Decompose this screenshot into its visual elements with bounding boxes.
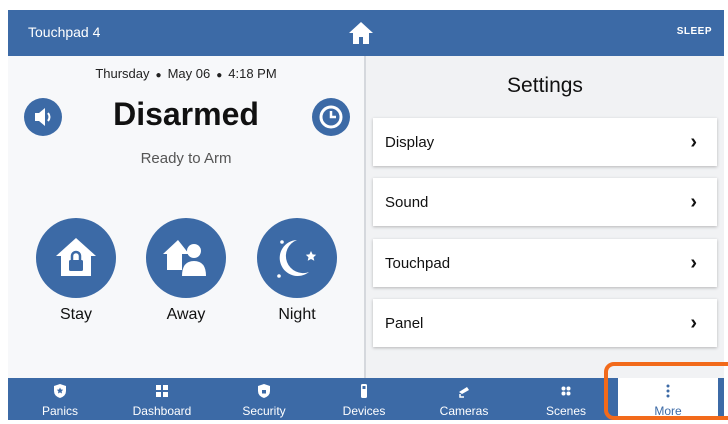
top-bar: Touchpad 4 SLEEP [8, 10, 724, 56]
arm-away-button[interactable]: Away [146, 218, 226, 324]
clock-icon [319, 105, 343, 129]
setting-display-label: Display [385, 133, 435, 151]
grid-icon [156, 385, 168, 397]
arm-night-label: Night [278, 306, 316, 323]
nav-dashboard-label: Dashboard [132, 404, 192, 418]
chevron-right-icon: › [690, 251, 697, 274]
touchpad-screen: Touchpad 4 SLEEP Thursday ● May 06 ● 4:18 PM… [8, 10, 724, 420]
nav-security-label: Security [242, 404, 286, 418]
arm-away-circle [146, 218, 226, 298]
date-time: Thursday ● May 06 ● 4:18 PM [8, 66, 364, 81]
setting-touchpad-label: Touchpad [385, 254, 451, 272]
setting-sound-label: Sound [385, 193, 429, 211]
more-highlight-box [604, 362, 728, 420]
chevron-right-icon: › [690, 311, 697, 334]
shield-star-icon [54, 384, 66, 398]
setting-touchpad[interactable]: Touchpad › [373, 239, 717, 287]
nav-scenes[interactable]: Scenes [516, 378, 616, 420]
nav-devices[interactable]: Devices [314, 378, 414, 420]
camera-icon [459, 387, 469, 398]
device-icon [361, 384, 367, 398]
nav-cameras-label: Cameras [439, 404, 489, 418]
time: 4:18 PM [228, 66, 277, 81]
sleep-button[interactable]: SLEEP [659, 24, 712, 38]
nav-scenes-label: Scenes [545, 404, 587, 418]
separator-dot: ● [155, 70, 162, 81]
home-button[interactable] [346, 19, 376, 47]
arm-stay-label: Stay [59, 306, 92, 323]
system-substate: Ready to Arm [140, 150, 232, 167]
system-state: Disarmed [113, 96, 259, 132]
setting-panel-label: Panel [385, 314, 424, 332]
chevron-right-icon: › [690, 130, 697, 153]
sleep-label: SLEEP [676, 25, 712, 37]
chevron-right-icon: › [690, 190, 697, 213]
clock-button[interactable] [312, 98, 350, 136]
scenes-icon [561, 386, 571, 396]
setting-sound[interactable]: Sound › [373, 178, 717, 226]
house-lock-icon [56, 238, 96, 276]
shield-lock-icon [258, 384, 270, 398]
arm-night-button[interactable]: Night [257, 218, 337, 324]
arm-stay-circle [36, 218, 116, 298]
weekday: Thursday [95, 66, 150, 81]
nav-security[interactable]: Security [214, 378, 314, 420]
moon-stars-icon [277, 240, 317, 278]
separator-dot: ● [216, 70, 223, 81]
setting-panel[interactable]: Panel › [373, 299, 717, 347]
setting-display[interactable]: Display › [373, 118, 717, 166]
home-icon [349, 22, 373, 44]
arm-night-circle [257, 218, 337, 298]
moon-icon [662, 25, 669, 37]
nav-devices-label: Devices [342, 404, 386, 418]
nav-dashboard[interactable]: Dashboard [112, 378, 212, 420]
arm-away-label: Away [166, 306, 206, 323]
security-status-panel: Thursday ● May 06 ● 4:18 PM Disarmed Ready t… [8, 56, 364, 378]
nav-panics-label: Panics [41, 404, 79, 418]
nav-panics[interactable]: Panics [10, 378, 110, 420]
date: May 06 [167, 66, 211, 81]
nav-cameras[interactable]: Cameras [414, 378, 514, 420]
settings-title: Settings [507, 74, 583, 97]
settings-panel: Settings Display › Sound › Touchpad › Pa… [366, 56, 724, 378]
device-name: Touchpad 4 [28, 24, 101, 40]
house-person-icon [163, 240, 206, 276]
arm-stay-button[interactable]: Stay [36, 218, 116, 324]
